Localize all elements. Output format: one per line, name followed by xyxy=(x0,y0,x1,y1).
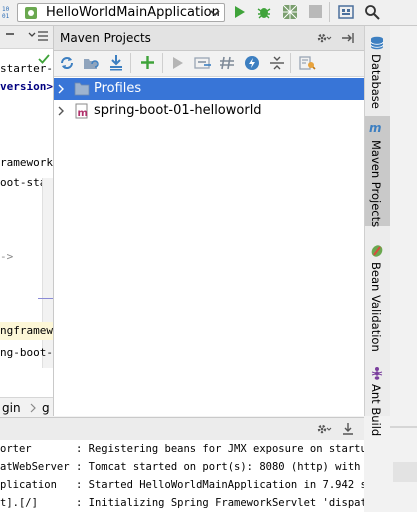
ant-build-tab[interactable]: Ant Build xyxy=(365,362,390,436)
gear-icon[interactable] xyxy=(316,422,332,436)
search-everywhere-icon[interactable] xyxy=(364,4,380,20)
run-maven-build-icon[interactable] xyxy=(172,56,184,70)
project-structure-icon[interactable] xyxy=(338,4,354,20)
reimport-icon[interactable] xyxy=(59,55,75,71)
add-icon[interactable] xyxy=(140,55,155,70)
log-source: orter xyxy=(0,443,32,455)
svg-text:10: 10 xyxy=(2,6,10,13)
folder-icon xyxy=(74,81,90,96)
code-line: version> xyxy=(0,80,53,93)
log-message: : Initializing Spring FrameworkServlet '… xyxy=(76,497,364,509)
main-toolbar: 10 01 HelloWorldMainApplication xyxy=(0,0,417,26)
database-tab[interactable]: Database xyxy=(365,32,390,112)
chevron-right-icon[interactable] xyxy=(58,84,64,94)
tree-row-project[interactable]: m spring-boot-01-helloworld xyxy=(54,100,364,122)
maven-projects-tree: Profiles m spring-boot-01-helloworld xyxy=(54,77,364,416)
code-line: ngframewo xyxy=(0,324,54,337)
svg-text:m: m xyxy=(78,108,88,119)
log-message: : Tomcat started on port(s): 8080 (http)… xyxy=(76,461,364,473)
toolbar-separator xyxy=(290,53,291,73)
svg-text:01: 01 xyxy=(2,13,10,19)
skip-tests-icon[interactable] xyxy=(244,55,260,71)
panel-title: Maven Projects xyxy=(60,31,151,45)
adjacent-window-fragment xyxy=(390,26,417,512)
right-tool-window-bar: Database m Maven Projects Bean Validatio… xyxy=(364,26,390,436)
bean-validation-tab[interactable]: Bean Validation xyxy=(365,240,390,352)
tab-list-icon[interactable] xyxy=(28,30,50,42)
code-line: -> xyxy=(0,250,14,263)
download-sources-icon[interactable] xyxy=(108,54,124,71)
log-message: : Registering beans for JMX exposure on … xyxy=(76,443,364,455)
code-line: ng-boot-m xyxy=(0,346,54,359)
toolbar-separator xyxy=(130,53,131,73)
stop-icon[interactable] xyxy=(309,5,322,18)
editor-fragment[interactable]: starter-p version> ramework.b oot-start … xyxy=(0,26,54,416)
run-console[interactable]: orter : Registering beans for JMX exposu… xyxy=(0,440,364,512)
debug-icon[interactable] xyxy=(256,4,272,20)
chevron-right-icon xyxy=(30,403,36,413)
run-configuration-select[interactable]: HelloWorldMainApplication xyxy=(17,3,225,22)
chevron-down-icon xyxy=(210,9,220,17)
code-line: ramework.b xyxy=(0,156,53,169)
database-tab-label: Database xyxy=(369,54,383,109)
divider xyxy=(390,426,417,428)
maven-panel-header: Maven Projects xyxy=(54,26,364,51)
log-source: t].[/] xyxy=(0,497,38,509)
bean-validation-icon xyxy=(370,244,384,258)
maven-projects-tab-label: Maven Projects xyxy=(369,140,383,228)
run-panel-header xyxy=(0,417,364,441)
maven-toolbar xyxy=(54,51,364,77)
breadcrumb-item[interactable]: g xyxy=(42,401,50,415)
toolbar-separator xyxy=(162,53,163,73)
fragment-block xyxy=(393,462,417,482)
breadcrumb-item[interactable]: gin xyxy=(2,401,21,415)
breadcrumb: gin g xyxy=(0,397,53,418)
bean-validation-tab-label: Bean Validation xyxy=(369,262,383,352)
binary-icon[interactable]: 10 01 xyxy=(2,5,16,19)
execute-goal-icon[interactable] xyxy=(194,55,212,71)
run-configuration-label: HelloWorldMainApplication xyxy=(46,5,220,20)
run-with-coverage-icon[interactable] xyxy=(282,4,298,20)
collapse-all-icon[interactable] xyxy=(269,55,285,71)
editor-tab-bar xyxy=(0,26,53,49)
log-source: plication xyxy=(0,479,57,491)
svg-text:m: m xyxy=(369,122,382,134)
log-source: atWebServer xyxy=(0,461,70,473)
tree-label: Profiles xyxy=(94,81,142,96)
toolbar-separator xyxy=(329,2,330,22)
minimize-panel-icon[interactable] xyxy=(342,422,354,436)
code-line: starter-p xyxy=(0,62,54,75)
log-message: : Started HelloWorldMainApplication in 7… xyxy=(76,479,364,491)
chevron-right-icon[interactable] xyxy=(58,106,64,116)
run-icon[interactable] xyxy=(233,5,247,19)
hide-panel-icon[interactable] xyxy=(341,31,355,45)
toggle-offline-icon[interactable] xyxy=(219,55,235,71)
database-icon xyxy=(370,36,384,50)
tree-label: spring-boot-01-helloworld xyxy=(94,103,262,118)
gear-icon[interactable] xyxy=(316,31,332,45)
show-dependencies-icon[interactable] xyxy=(299,55,316,71)
maven-projects-tab[interactable]: m Maven Projects xyxy=(365,116,390,228)
tab-scroll-left-icon[interactable] xyxy=(6,33,14,35)
spring-boot-icon xyxy=(24,6,38,20)
ant-build-tab-label: Ant Build xyxy=(369,384,383,437)
ant-icon xyxy=(370,366,384,380)
tree-row-profiles[interactable]: Profiles xyxy=(54,78,364,100)
caret-line-marker xyxy=(38,298,53,299)
generate-sources-icon[interactable] xyxy=(83,55,99,71)
maven-module-icon: m xyxy=(74,103,90,119)
maven-icon: m xyxy=(369,122,385,134)
